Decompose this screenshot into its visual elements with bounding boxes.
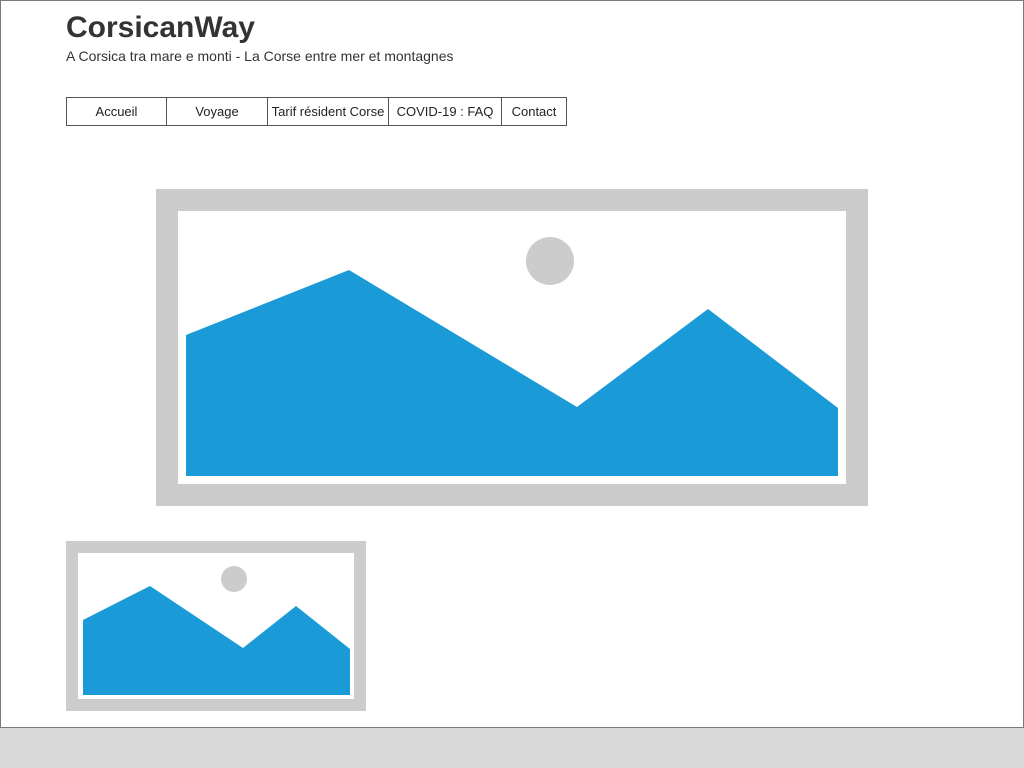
page: CorsicanWay A Corsica tra mare e monti -… — [0, 0, 1024, 768]
hero-image — [156, 189, 868, 506]
sun-shape — [526, 237, 574, 285]
footer-bar — [0, 728, 1024, 768]
nav-item-tarif-resident-corse[interactable]: Tarif résident Corse — [268, 98, 389, 125]
nav-item-voyage[interactable]: Voyage — [167, 98, 268, 125]
main-nav: Accueil Voyage Tarif résident Corse COVI… — [66, 97, 567, 126]
site-tagline: A Corsica tra mare e monti - La Corse en… — [66, 48, 454, 64]
sun-shape — [221, 566, 247, 592]
nav-item-covid-faq[interactable]: COVID-19 : FAQ — [389, 98, 502, 125]
nav-item-contact[interactable]: Contact — [502, 98, 566, 125]
image-placeholder-icon — [78, 553, 354, 699]
nav-item-accueil[interactable]: Accueil — [67, 98, 167, 125]
thumbnail-image — [66, 541, 366, 711]
site-title[interactable]: CorsicanWay — [66, 11, 255, 45]
image-placeholder-icon — [178, 211, 846, 484]
